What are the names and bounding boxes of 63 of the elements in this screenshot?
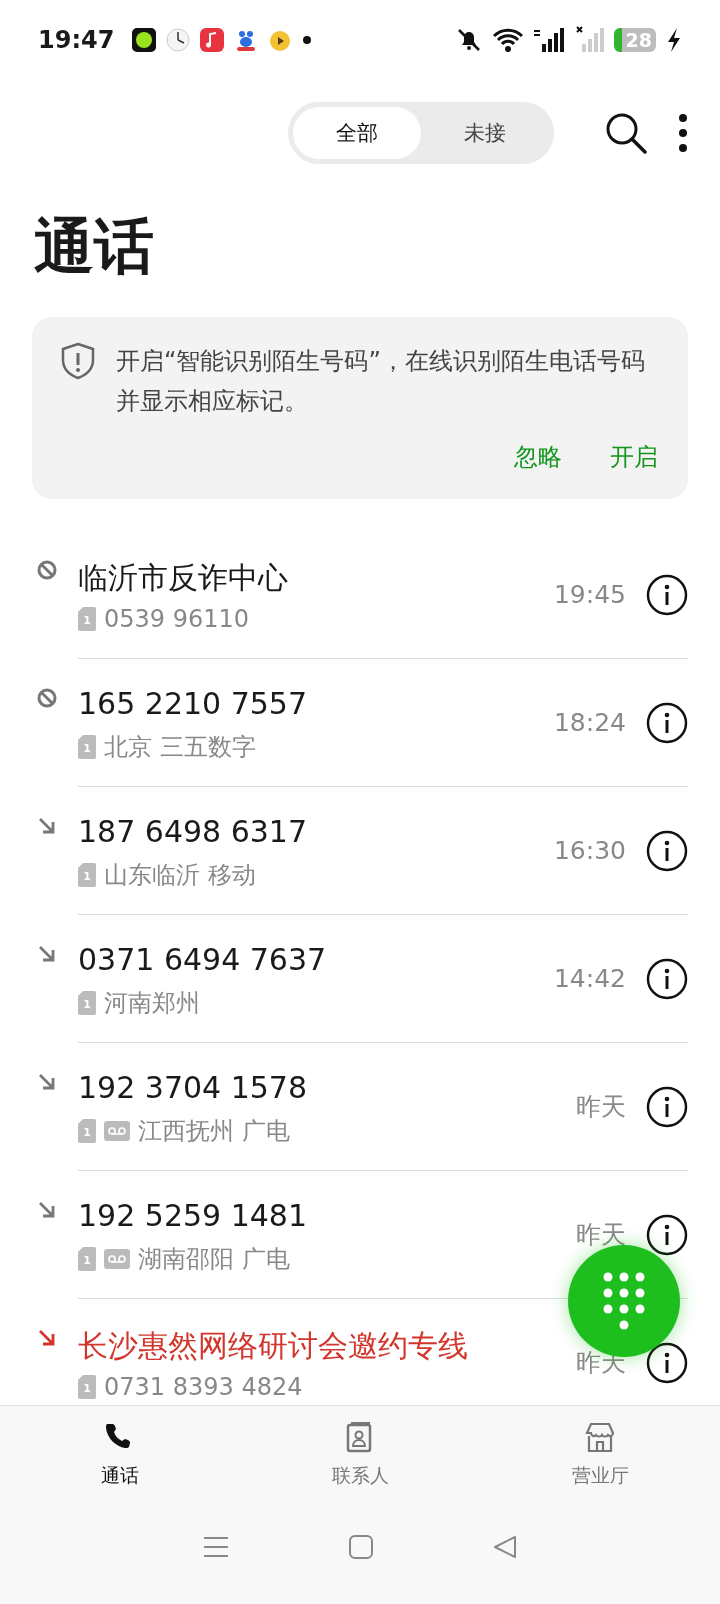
- call-detail: 湖南邵阳 广电: [138, 1243, 290, 1275]
- music-icon: [200, 28, 225, 52]
- sim-card-icon: 1: [78, 1246, 96, 1271]
- caller-name: 0371 6494 7637: [78, 940, 328, 979]
- call-time: 14:42: [553, 964, 626, 993]
- caller-name: 临沂市反诈中心: [78, 558, 289, 597]
- caller-name: 187 6498 6317: [78, 812, 309, 851]
- wifi-icon: [491, 27, 524, 53]
- clock-icon: [166, 28, 191, 52]
- sim-card-icon: 1: [78, 990, 96, 1015]
- nav-tab[interactable]: 营业厅: [480, 1406, 720, 1504]
- info-icon[interactable]: [646, 829, 688, 872]
- more-icon[interactable]: [678, 112, 688, 153]
- muted-bell-icon: [455, 27, 482, 53]
- play-icon: [268, 28, 293, 52]
- call-detail: 江西抚州 广电: [138, 1115, 290, 1147]
- nav-tab[interactable]: 通话: [0, 1406, 240, 1504]
- signal-icon: [575, 26, 604, 54]
- caller-name: 192 3704 1578: [78, 1068, 309, 1107]
- call-detail: 北京 三五数字: [104, 731, 256, 763]
- info-icon[interactable]: [646, 573, 688, 616]
- banner-link[interactable]: 忽略: [514, 441, 562, 473]
- filter-tab[interactable]: 全部: [293, 106, 421, 159]
- info-icon[interactable]: [646, 701, 688, 744]
- call-detail: 山东临沂 移动: [104, 859, 256, 891]
- sim-card-icon: 1: [78, 606, 96, 631]
- info-icon[interactable]: [646, 957, 688, 1000]
- charging-icon: [666, 27, 682, 53]
- call-detail: 0731 8393 4824: [104, 1372, 303, 1401]
- caller-name: 长沙惠然网络研讨会邀约专线: [78, 1326, 469, 1365]
- signal-icon: [533, 26, 566, 54]
- nav-tab[interactable]: 联系人: [240, 1406, 480, 1504]
- caller-name: 165 2210 7557: [78, 684, 309, 723]
- filter-tab[interactable]: 未接: [421, 106, 549, 159]
- info-icon[interactable]: [646, 1085, 688, 1128]
- home-icon[interactable]: [349, 1535, 373, 1559]
- call-detail: 0539 96110: [104, 604, 250, 633]
- sim-card-icon: 1: [78, 862, 96, 887]
- call-detail: 河南郑州: [104, 987, 200, 1019]
- sim-card-icon: 1: [78, 1118, 96, 1143]
- blocked-icon: [36, 559, 58, 581]
- app-icon: [132, 28, 157, 52]
- blocked-icon: [36, 687, 58, 709]
- sim-card-icon: 1: [78, 1374, 96, 1399]
- info-icon[interactable]: [646, 1341, 688, 1384]
- sim-card-icon: 1: [78, 734, 96, 759]
- banner-message: 开启“智能识别陌生号码”，在线识别陌生电话号码并显示相应标记。: [116, 346, 646, 417]
- menu-icon[interactable]: [203, 1536, 229, 1558]
- banner-link[interactable]: 开启: [610, 441, 658, 473]
- dialpad-icon: [603, 1272, 645, 1330]
- dot-icon: [302, 35, 313, 45]
- call-time: 昨天: [576, 1219, 626, 1251]
- call-time: 18:24: [553, 708, 626, 737]
- call-time: 19:45: [553, 580, 626, 609]
- page-title: 通话: [34, 210, 155, 283]
- call-time: 16:30: [553, 836, 626, 865]
- clock-time: 19:47: [38, 26, 115, 54]
- call-time: 昨天: [576, 1091, 626, 1123]
- storefront-icon: [583, 1421, 617, 1455]
- back-icon[interactable]: [493, 1535, 517, 1559]
- battery-indicator: 28: [613, 28, 656, 52]
- caller-name: 192 5259 1481: [78, 1196, 309, 1235]
- info-icon[interactable]: [646, 1213, 688, 1256]
